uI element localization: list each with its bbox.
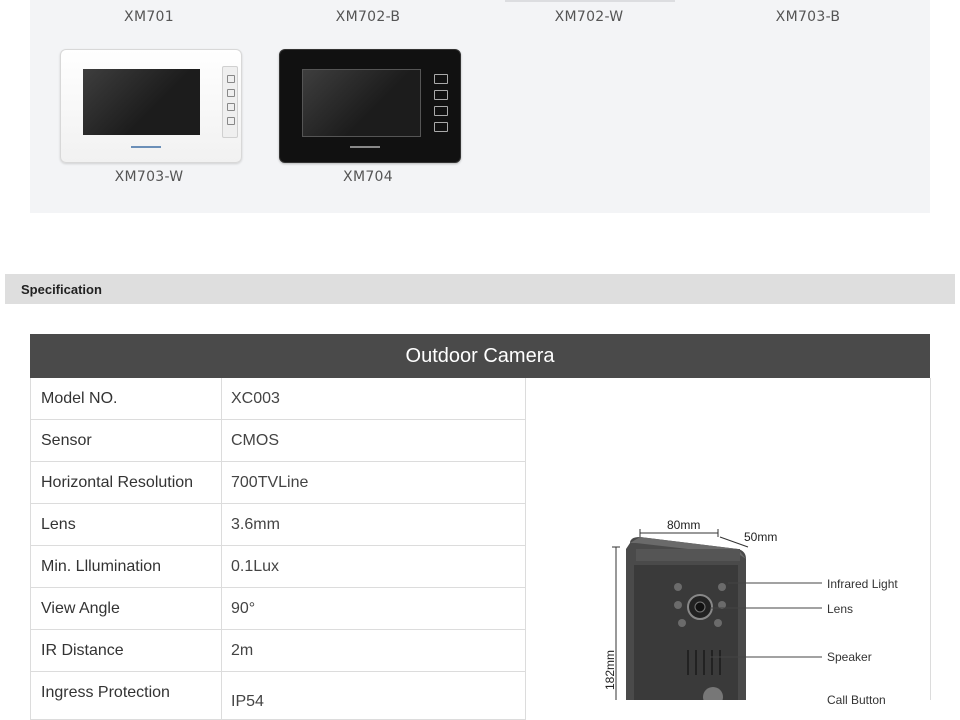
product-image-xm704[interactable] — [279, 49, 461, 163]
table-header: Outdoor Camera — [30, 334, 930, 378]
row-value: 3.6mm — [231, 516, 280, 533]
dimension-height: 182mm — [603, 649, 618, 691]
model-label-xm702-b[interactable]: XM702-B — [336, 9, 401, 25]
model-label-xm703-w[interactable]: XM703-W — [115, 169, 184, 185]
row-value: 700TVLine — [231, 474, 309, 491]
model-label-xm702-w[interactable]: XM702-W — [555, 9, 624, 25]
specification-section-bar: Specification — [5, 274, 955, 304]
row-value: 90° — [231, 600, 256, 617]
table-row: Sensor CMOS — [30, 420, 526, 462]
table-title: Outdoor Camera — [405, 345, 555, 367]
monitor-screen — [83, 69, 200, 135]
table-row: View Angle 90° — [30, 588, 526, 630]
callout-call-button: Call Button — [827, 693, 886, 707]
product-image-xm703-w[interactable] — [60, 49, 242, 163]
row-value: CMOS — [231, 432, 279, 449]
gallery-item-divider — [505, 0, 675, 2]
model-label-xm704[interactable]: XM704 — [343, 169, 393, 185]
row-value: IP54 — [231, 693, 264, 710]
callout-infrared-light: Infrared Light — [827, 577, 898, 591]
monitor-button-strip — [222, 66, 238, 138]
section-title: Specification — [21, 282, 102, 297]
row-value: 2m — [231, 642, 254, 659]
row-label: Lens — [41, 516, 76, 533]
row-value: XC003 — [231, 390, 280, 407]
monitor-screen — [302, 69, 421, 137]
row-label: IR Distance — [41, 642, 124, 659]
dimension-width: 80mm — [667, 518, 701, 532]
outdoor-camera-diagram — [612, 529, 822, 700]
model-label-xm701[interactable]: XM701 — [124, 9, 174, 25]
brand-logo — [131, 146, 161, 148]
dimension-depth: 50mm — [744, 530, 778, 544]
row-value: 0.1Lux — [231, 558, 280, 575]
table-row: Lens 3.6mm — [30, 504, 526, 546]
table-row: Ingress Protection IP54 — [30, 672, 526, 720]
brand-logo — [350, 146, 380, 148]
row-label: Min. Lllumination — [41, 558, 162, 575]
table-row: Horizontal Resolution 700TVLine — [30, 462, 526, 504]
table-row: Min. Lllumination 0.1Lux — [30, 546, 526, 588]
model-label-xm703-b[interactable]: XM703-B — [776, 9, 841, 25]
row-label: Sensor — [41, 432, 92, 449]
callout-lens: Lens — [827, 602, 854, 616]
row-label: Ingress Protection — [41, 684, 170, 701]
table-row: Model NO. XC003 — [30, 378, 526, 420]
row-label: View Angle — [41, 600, 120, 617]
callout-speaker: Speaker — [827, 650, 872, 664]
table-row: IR Distance 2m — [30, 630, 526, 672]
row-label: Horizontal Resolution — [41, 474, 194, 491]
row-label: Model NO. — [41, 390, 118, 407]
